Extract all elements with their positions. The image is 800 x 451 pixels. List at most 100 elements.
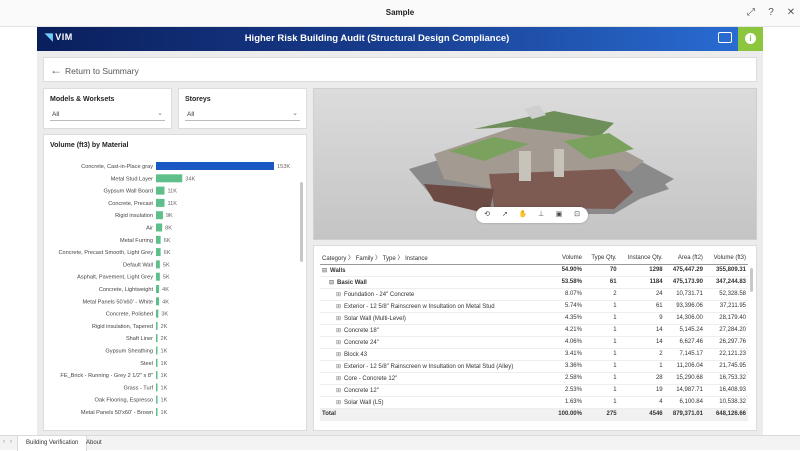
expand-icon[interactable]: ⊞ xyxy=(336,352,341,358)
instance-qty-cell: 1184 xyxy=(618,276,665,289)
expand-icon[interactable]: ⊞ xyxy=(336,376,341,382)
bar[interactable] xyxy=(156,260,160,269)
bar[interactable] xyxy=(156,383,158,392)
help-icon[interactable]: ? xyxy=(765,7,777,19)
chart-scrollbar[interactable] xyxy=(300,182,303,262)
3d-model-viewer[interactable]: ⟲ ➚ ✋ ⊥ ▣ ⊡ xyxy=(313,88,757,240)
instance-qty-cell: 2 xyxy=(618,348,665,361)
expand-icon[interactable]: ⤢ xyxy=(745,7,757,19)
table-row[interactable]: ⊞ Exterior - 12 5/8" Rainscreen w Insulta… xyxy=(320,300,748,313)
tab-about[interactable]: About xyxy=(78,436,110,451)
expand-icon[interactable]: ⊞ xyxy=(336,304,341,310)
instance-qty-cell: 4 xyxy=(618,396,665,409)
bar[interactable] xyxy=(156,321,158,330)
type-qty-cell: 1 xyxy=(583,300,619,313)
bar[interactable] xyxy=(156,174,183,183)
expand-icon[interactable]: ⊞ xyxy=(336,292,341,298)
bar[interactable] xyxy=(156,395,158,404)
table-row[interactable]: ⊞ Solar Wall (L5) 1.63% 1 4 6,100.84 10,538.32 xyxy=(320,396,748,409)
bar[interactable] xyxy=(156,223,163,232)
bar[interactable] xyxy=(156,272,160,281)
volume-cell: 3.41% xyxy=(551,348,584,361)
volume-cell: 2.58% xyxy=(551,372,584,385)
category-label: Metal Stud Layer xyxy=(111,176,153,182)
table-row[interactable]: ⊞ Foundation - 24" Concrete 8.07% 2 24 10,731… xyxy=(320,288,748,301)
tab-prev-icon[interactable]: ‹ xyxy=(3,439,5,445)
presentation-icon[interactable] xyxy=(718,32,732,43)
bar[interactable] xyxy=(156,371,158,380)
category-label: Gypsum Sheathing xyxy=(105,349,153,355)
volume-cell: 4.21% xyxy=(551,324,584,337)
area-cell: 15,290.68 xyxy=(664,372,705,385)
volume-ft3-header[interactable]: Volume (ft3) xyxy=(704,252,748,265)
category-label: FE_Brick - Running - Grey 2 1/2" x 8" xyxy=(60,373,153,379)
dropdown-value: All xyxy=(52,111,60,118)
data-label: 9K xyxy=(166,213,173,219)
type-qty-cell: 1 xyxy=(583,372,619,385)
hierarchy-header[interactable]: Category 〉 Family 〉 Type 〉 Instance xyxy=(320,252,552,265)
models-dropdown[interactable]: All ⌄ xyxy=(50,109,165,121)
category-label: Metal Panels 50'x60' - Brown xyxy=(81,410,153,416)
table-row[interactable]: ⊞ Exterior - 12 5/8" Rainscreen w Insulta… xyxy=(320,360,748,373)
table-total-row[interactable]: Total 100.00% 275 4546 879,371.01 648,126.66 xyxy=(320,407,748,421)
expand-icon[interactable]: ⊞ xyxy=(336,328,341,334)
row-label: ⊞ Solar Wall (L5) xyxy=(320,396,552,409)
bar[interactable] xyxy=(156,162,274,170)
tab-building-verification[interactable]: Building Verification xyxy=(17,436,88,451)
row-label: ⊞ Exterior - 12 5/8" Rainscreen w Insulta… xyxy=(320,300,552,313)
reset-camera-icon[interactable]: ⊡ xyxy=(572,210,582,220)
bar[interactable] xyxy=(156,408,158,416)
table-row[interactable]: ⊞ Solar Wall (Multi-Level) 4.35% 1 9 14,306.0… xyxy=(320,312,748,325)
collapse-icon[interactable]: ⊟ xyxy=(329,280,334,286)
bar[interactable] xyxy=(156,309,159,318)
bar-chart-svg: Concrete, Cast-in-Place gray 153K Metal St… xyxy=(58,162,290,416)
info-button[interactable]: i xyxy=(738,27,763,51)
bar[interactable] xyxy=(156,358,158,367)
close-icon[interactable]: ✕ xyxy=(785,7,797,19)
viewer-toolbar: ⟲ ➚ ✋ ⊥ ▣ ⊡ xyxy=(476,207,588,223)
bar[interactable] xyxy=(156,334,158,343)
expand-icon[interactable]: ⊞ xyxy=(336,340,341,346)
pan-icon[interactable]: ✋ xyxy=(518,210,528,220)
return-to-summary-button[interactable]: ← Return to Summary xyxy=(43,57,757,82)
bar[interactable] xyxy=(156,346,158,355)
category-label: Concrete, Precast Smooth, Light Grey xyxy=(58,250,153,256)
bar[interactable] xyxy=(156,235,161,244)
measure-icon[interactable]: ⊥ xyxy=(536,210,546,220)
category-label: Asphalt, Pavement, Light Grey xyxy=(77,275,153,281)
row-label: ⊞ Concrete 18" xyxy=(320,324,552,337)
type-qty-cell: 2 xyxy=(583,288,619,301)
storeys-dropdown[interactable]: All ⌄ xyxy=(185,109,300,121)
bar[interactable] xyxy=(156,186,165,195)
type-qty-header[interactable]: Type Qty. xyxy=(583,252,619,265)
collapse-icon[interactable]: ⊟ xyxy=(322,268,327,274)
table-row[interactable]: ⊞ Concrete 12" 2.53% 1 19 14,987.71 16,408.93 xyxy=(320,384,748,397)
section-box-icon[interactable]: ▣ xyxy=(554,210,564,220)
table-row[interactable]: ⊞ Block 43 3.41% 1 2 7,145.17 22,121.23 xyxy=(320,348,748,361)
report-title: Higher Risk Building Audit (Structural D… xyxy=(244,33,510,44)
table-row[interactable]: ⊞ Concrete 18" 4.21% 1 14 5,145.24 27,284.20 xyxy=(320,324,748,337)
expand-icon[interactable]: ⊞ xyxy=(336,388,341,394)
bar[interactable] xyxy=(156,297,160,306)
table-row[interactable]: ⊞ Concrete 24" 4.06% 1 14 6,627.46 26,297.76 xyxy=(320,336,748,349)
instance-qty-header[interactable]: Instance Qty. xyxy=(618,252,665,265)
table-scrollbar[interactable] xyxy=(750,268,753,292)
area-cell: 7,145.17 xyxy=(664,348,705,361)
look-icon[interactable]: ➚ xyxy=(500,210,510,220)
expand-icon[interactable]: ⊞ xyxy=(336,316,341,322)
area-header[interactable]: Area (ft2) xyxy=(664,252,705,265)
bar[interactable] xyxy=(156,285,160,293)
orbit-icon[interactable]: ⟲ xyxy=(482,210,492,220)
table-row[interactable]: ⊟ Basic Wall 53.58% 61 1184 475,173.90 347,244… xyxy=(320,276,748,289)
tab-next-icon[interactable]: › xyxy=(10,439,12,445)
table-row[interactable]: ⊟ Walls 54.90% 70 1298 475,447.29 355,809.31 xyxy=(320,264,748,277)
bar[interactable] xyxy=(156,198,165,207)
expand-icon[interactable]: ⊞ xyxy=(336,400,341,406)
bar[interactable] xyxy=(156,248,161,257)
expand-icon[interactable]: ⊞ xyxy=(336,364,341,370)
volume-ft3-cell: 16,753.32 xyxy=(704,372,748,385)
table-row[interactable]: ⊞ Core - Concrete 12" 2.58% 1 28 15,290.68 16,… xyxy=(320,372,748,385)
bar[interactable] xyxy=(156,211,163,220)
volume-header[interactable]: Volume xyxy=(551,252,584,265)
type-qty-cell: 1 xyxy=(583,324,619,337)
